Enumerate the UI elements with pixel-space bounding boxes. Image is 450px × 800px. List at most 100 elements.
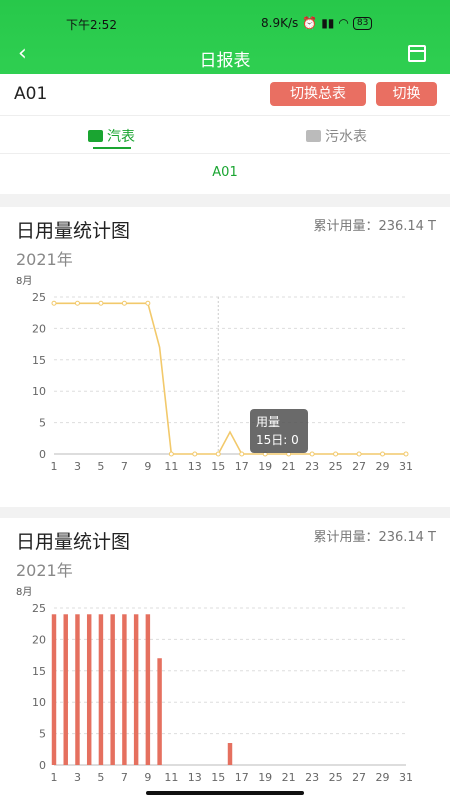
meter-panel: A01 切换总表 切换 汽表 污水表 A01	[0, 74, 450, 194]
line-chart-card: 日用量统计图 累计用量：236.14 T 2021年 8月 0 5 10 15 20 25…	[0, 207, 450, 507]
x-tick-label: 15	[211, 460, 225, 473]
data-point	[168, 451, 174, 457]
alarm-icon: ⏰	[302, 16, 318, 30]
data-point	[74, 300, 80, 306]
switch-total-button[interactable]: 切换总表	[270, 82, 366, 106]
y-tick-label: 15	[32, 665, 46, 678]
x-tick-label: 5	[97, 460, 104, 473]
calendar-icon[interactable]	[408, 45, 426, 62]
data-point	[309, 451, 315, 457]
bar	[98, 614, 104, 765]
sewage-meter-icon	[306, 130, 321, 142]
data-point	[356, 451, 362, 457]
meter-name: A01	[14, 84, 48, 104]
bar	[133, 614, 139, 765]
title-bar: ‹ 日报表	[0, 38, 450, 72]
x-tick-label: 7	[121, 460, 128, 473]
x-tick-label: 29	[376, 460, 390, 473]
status-indicators: 8.9K/s ⏰ ▮▮ ◠ 83	[261, 16, 373, 30]
x-tick-label: 13	[188, 771, 202, 784]
x-tick-label: 17	[235, 771, 249, 784]
x-tick-label: 3	[74, 771, 81, 784]
active-tab-indicator	[93, 147, 131, 149]
y-tick-label: 25	[32, 602, 46, 615]
data-point	[403, 451, 409, 457]
x-tick-label: 17	[235, 460, 249, 473]
bar	[227, 743, 233, 765]
y-tick-label: 0	[39, 448, 46, 461]
tab-steam-meter[interactable]: 汽表	[88, 124, 135, 148]
page-title: 日报表	[199, 51, 251, 71]
bar	[110, 614, 115, 765]
y-tick-label: 25	[32, 291, 46, 304]
bar-chart-card: 日用量统计图 累计用量：236.14 T 2021年 8月 0 5 10 15 20 25…	[0, 518, 450, 800]
series-line	[54, 302, 406, 455]
bar	[157, 658, 162, 765]
x-tick-label: 25	[329, 771, 343, 784]
y-tick-label: 0	[39, 759, 46, 772]
divider	[0, 153, 450, 154]
x-tick-label: 21	[282, 460, 296, 473]
data-point	[98, 300, 104, 306]
x-tick-label: 21	[282, 771, 296, 784]
x-tick-label: 25	[329, 460, 343, 473]
x-tick-label: 19	[258, 771, 272, 784]
x-tick-label: 29	[376, 771, 390, 784]
x-tick-label: 1	[51, 460, 58, 473]
bar-chart[interactable]: 05101520251 3 5 7 9 11 13 15 17 19 21 23 25 27 29 31	[0, 518, 450, 800]
wifi-icon: ◠	[338, 16, 349, 30]
tooltip-series: 用量	[256, 415, 281, 429]
tab-label: 汽表	[107, 129, 135, 145]
data-point	[239, 451, 245, 457]
x-tick-label: 9	[144, 460, 151, 473]
x-tick-label: 1	[51, 771, 58, 784]
x-tick-label: 11	[164, 460, 178, 473]
divider	[0, 115, 450, 116]
bar	[63, 614, 68, 765]
switch-button[interactable]: 切换	[376, 82, 437, 106]
x-tick-label: 31	[399, 771, 413, 784]
y-tick-label: 20	[32, 633, 46, 646]
bar	[86, 614, 92, 765]
x-tick-label: 15	[211, 771, 225, 784]
x-tick-label: 19	[258, 460, 272, 473]
x-tick-label: 9	[144, 771, 151, 784]
data-point	[145, 300, 151, 306]
tooltip-value: 15日: 0	[256, 433, 299, 447]
bar	[122, 614, 127, 765]
x-tick-label: 5	[97, 771, 104, 784]
x-tick-label: 7	[121, 771, 128, 784]
y-tick-label: 10	[32, 385, 46, 398]
data-point	[215, 451, 221, 457]
tab-label: 污水表	[325, 129, 367, 145]
x-tick-label: 23	[305, 460, 319, 473]
data-point	[192, 451, 198, 457]
x-tick-label: 13	[188, 460, 202, 473]
net-speed: 8.9K/s	[261, 16, 299, 30]
bar	[75, 614, 80, 765]
status-bar: 下午2:52 8.9K/s ⏰ ▮▮ ◠ 83	[0, 0, 450, 36]
y-tick-label: 5	[39, 728, 46, 741]
chart-tooltip: 用量 15日: 0	[250, 409, 308, 453]
bar	[51, 614, 57, 765]
home-indicator[interactable]	[146, 791, 304, 795]
sub-meter-name[interactable]: A01	[0, 165, 450, 180]
steam-meter-icon	[88, 130, 103, 142]
data-point	[380, 451, 386, 457]
header-bar: 下午2:52 8.9K/s ⏰ ▮▮ ◠ 83 ‹ 日报表	[0, 0, 450, 74]
data-point	[51, 300, 57, 306]
x-tick-label: 3	[74, 460, 81, 473]
y-tick-label: 10	[32, 696, 46, 709]
x-tick-label: 11	[164, 771, 178, 784]
data-point	[333, 451, 339, 457]
status-time: 下午2:52	[66, 18, 117, 32]
x-tick-label: 31	[399, 460, 413, 473]
data-point	[121, 300, 127, 306]
bar	[145, 614, 151, 765]
tab-sewage-meter[interactable]: 污水表	[306, 124, 367, 148]
y-tick-label: 20	[32, 322, 46, 335]
battery-icon: 83	[352, 16, 373, 30]
line-chart[interactable]: 05101520251 3 5 7 9 11 13 15 17 19 21 23 25 27 29 31	[0, 207, 450, 507]
y-tick-label: 15	[32, 354, 46, 367]
y-tick-label: 5	[39, 417, 46, 430]
